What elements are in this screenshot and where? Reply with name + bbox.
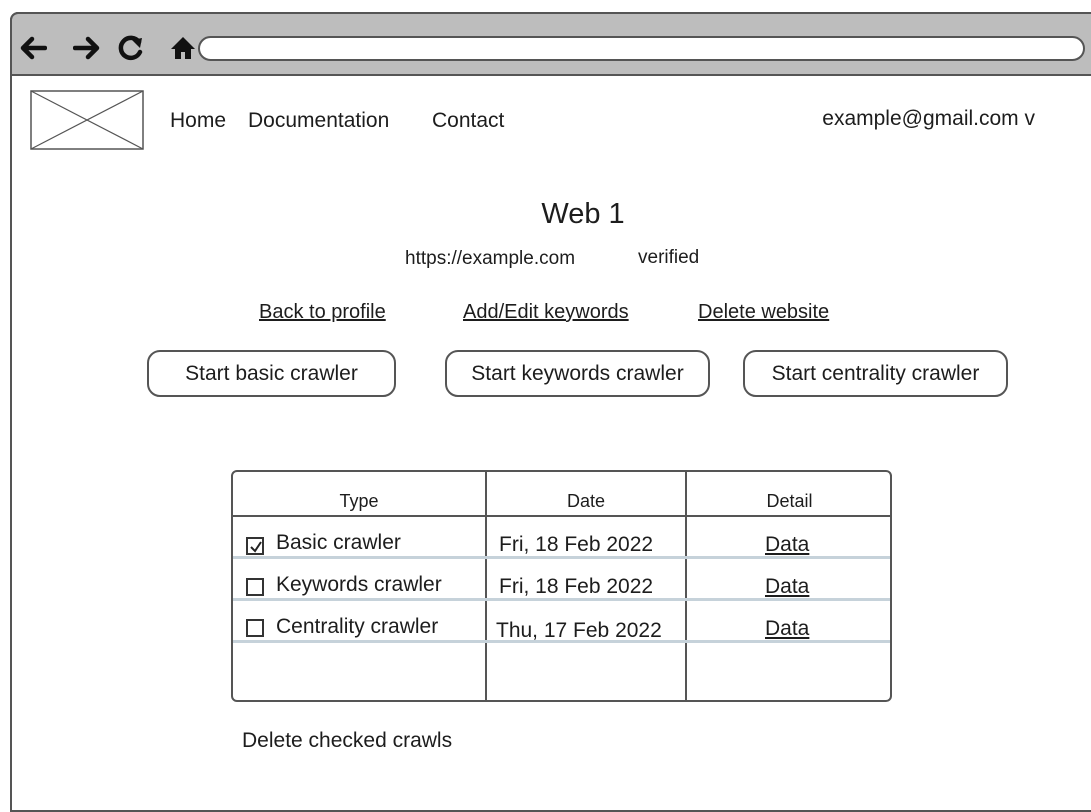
row-checkbox-keywords[interactable] (246, 578, 264, 596)
row-data-link[interactable]: Data (765, 533, 809, 557)
checkmark-icon (250, 541, 262, 553)
row-checkbox-basic[interactable] (246, 537, 264, 555)
header-date: Date (566, 491, 606, 511)
header-divider (233, 515, 890, 517)
forward-arrow-icon[interactable] (72, 32, 102, 64)
nav-contact[interactable]: Contact (432, 109, 504, 133)
reload-icon[interactable] (116, 32, 146, 64)
row-date: Fri, 18 Feb 2022 (499, 533, 654, 556)
home-icon[interactable] (168, 32, 198, 64)
address-bar[interactable] (198, 36, 1085, 61)
delete-checked-crawls-button[interactable]: Delete checked crawls (242, 729, 452, 753)
row-date: Fri, 18 Feb 2022 (499, 575, 654, 598)
header-type: Type (339, 491, 379, 511)
nav-home[interactable]: Home (170, 109, 226, 133)
header-detail: Detail (766, 491, 813, 511)
crawls-table: Type Date Detail Basic crawler Fri, 18 F… (231, 470, 892, 702)
row-date: Thu, 17 Feb 2022 (496, 619, 662, 642)
row-data-link[interactable]: Data (765, 575, 809, 599)
logo-placeholder-icon (30, 90, 144, 150)
start-centrality-crawler-button[interactable]: Start centrality crawler (743, 350, 1008, 397)
row-checkbox-centrality[interactable] (246, 619, 264, 637)
account-menu[interactable]: example@gmail.com v (822, 107, 1035, 131)
edit-keywords-link[interactable]: Add/Edit keywords (463, 301, 629, 324)
delete-website-link[interactable]: Delete website (698, 301, 829, 324)
verification-status: verified (638, 247, 700, 268)
start-keywords-crawler-button[interactable]: Start keywords crawler (445, 350, 710, 397)
row-data-link[interactable]: Data (765, 617, 809, 641)
website-url: https://example.com (405, 248, 576, 269)
nav-documentation[interactable]: Documentation (248, 109, 389, 133)
back-to-profile-link[interactable]: Back to profile (259, 301, 386, 324)
back-arrow-icon[interactable] (18, 32, 48, 64)
page-title: Web 1 (541, 198, 625, 230)
row-type: Basic crawler (276, 531, 401, 554)
row-type: Keywords crawler (276, 573, 442, 596)
row-type: Centrality crawler (276, 615, 439, 638)
start-basic-crawler-button[interactable]: Start basic crawler (147, 350, 396, 397)
